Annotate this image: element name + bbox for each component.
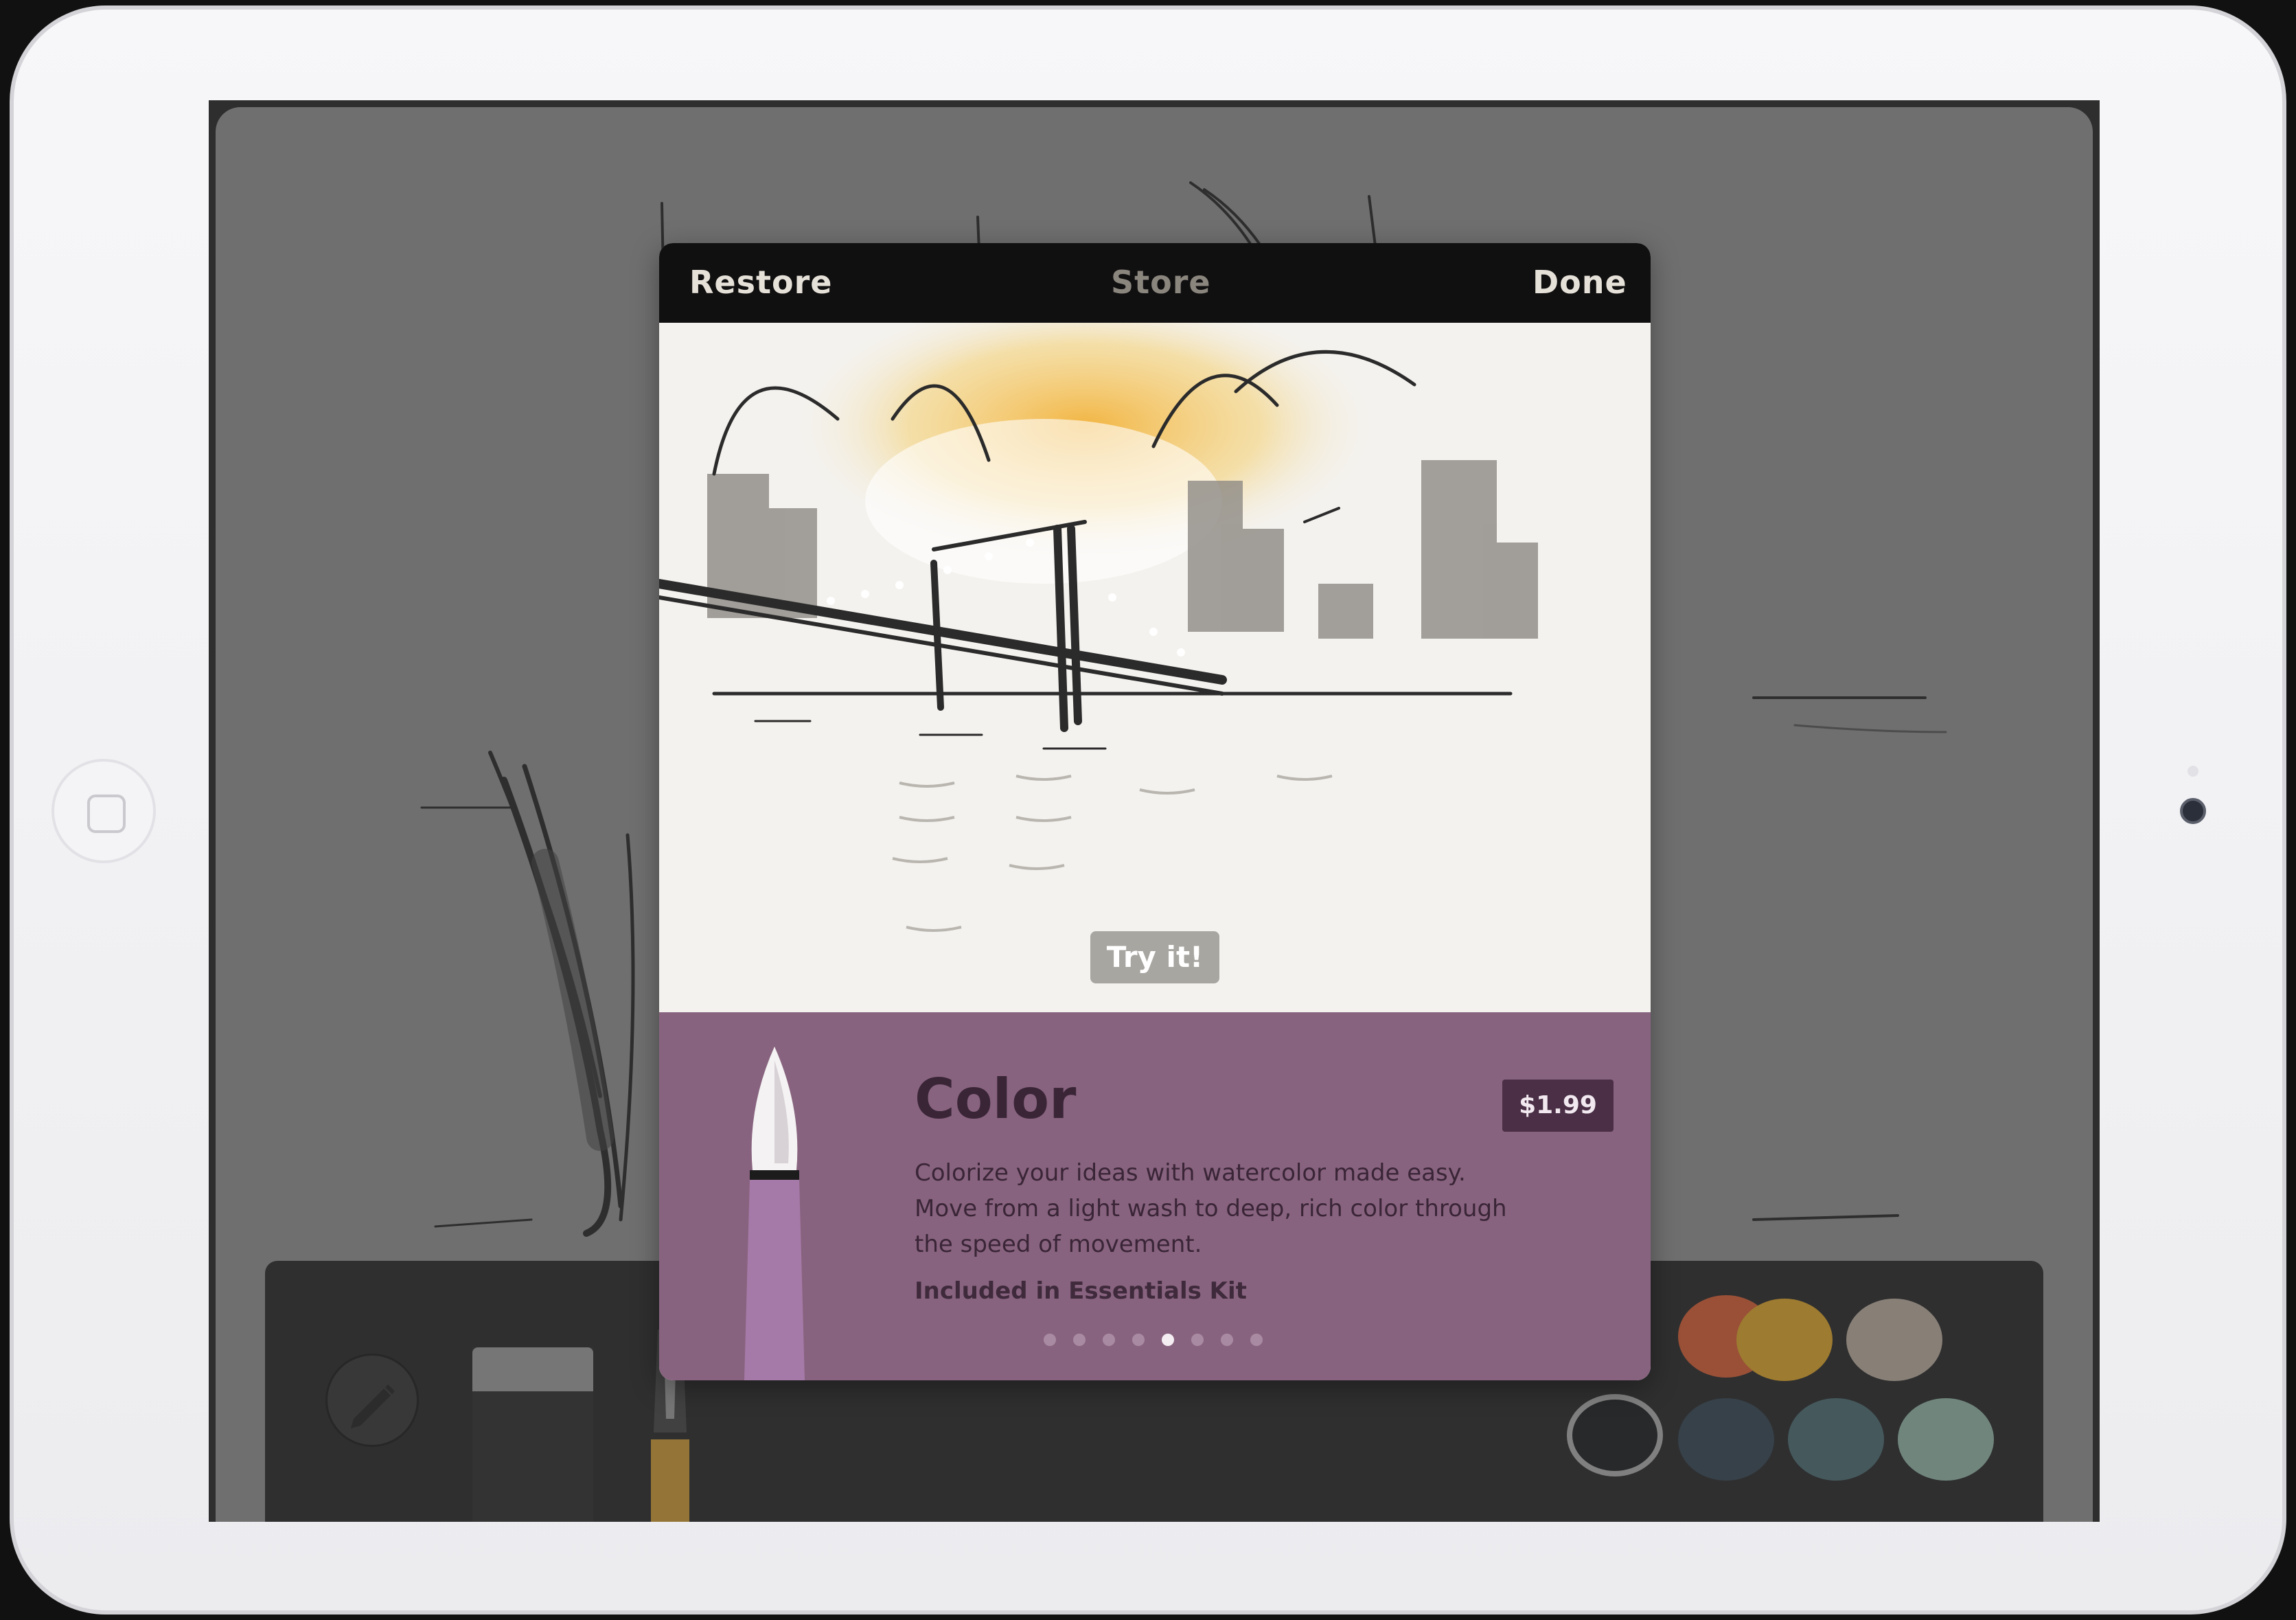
page-dot[interactable]: [1191, 1334, 1204, 1346]
buy-price-button[interactable]: $1.99: [1502, 1080, 1614, 1132]
watercolor-brush-icon: [744, 1047, 805, 1380]
page-dot[interactable]: [1103, 1334, 1115, 1346]
page-dot[interactable]: [1073, 1334, 1086, 1346]
kit-note: Included in Essentials Kit: [915, 1277, 1247, 1305]
done-button[interactable]: Done: [1532, 264, 1627, 301]
bridge-illustration: [659, 288, 1538, 932]
restore-button[interactable]: Restore: [689, 264, 832, 301]
front-camera: [2180, 798, 2206, 824]
product-info-panel: Color $1.99 Colorize your ideas with wat…: [659, 1012, 1651, 1380]
light-sensor: [2188, 766, 2199, 777]
page-dot[interactable]: [1250, 1334, 1263, 1346]
product-description: Colorize your ideas with watercolor made…: [915, 1159, 1507, 1258]
store-title: Store: [1111, 264, 1211, 301]
store-modal: Restore Store Done Try it! Color $1.99 C…: [659, 243, 1651, 1380]
page-dot[interactable]: [1132, 1334, 1145, 1346]
home-button[interactable]: [51, 759, 156, 863]
store-nav-bar: Restore Store Done: [659, 243, 1651, 323]
product-name: Color: [915, 1067, 1077, 1131]
watercolor-preview: [659, 288, 1651, 1012]
try-it-button[interactable]: Try it!: [1090, 931, 1219, 983]
page-dot[interactable]: [1044, 1334, 1056, 1346]
page-dot[interactable]: [1221, 1334, 1233, 1346]
page-indicator[interactable]: [1044, 1334, 1277, 1350]
home-button-icon: [87, 795, 126, 833]
page-dot-active[interactable]: [1162, 1334, 1174, 1346]
